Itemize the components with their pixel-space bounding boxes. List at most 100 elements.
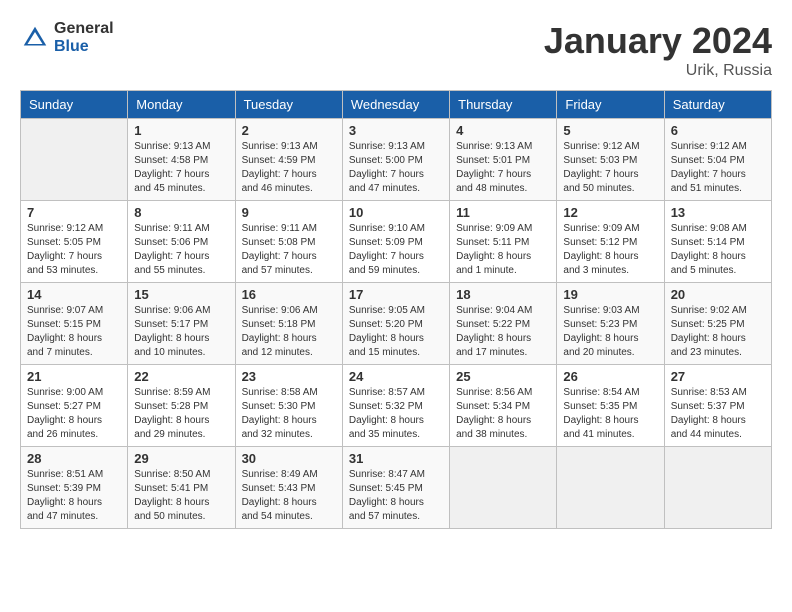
day-number: 7 [27, 205, 121, 220]
logo-blue-text: Blue [54, 38, 114, 56]
calendar-cell: 27Sunrise: 8:53 AMSunset: 5:37 PMDayligh… [664, 365, 771, 447]
calendar-cell: 3 Sunrise: 9:13 AMSunset: 5:00 PMDaylight… [342, 119, 449, 201]
calendar-cell: 6Sunrise: 9:12 AMSunset: 5:04 PMDaylight… [664, 119, 771, 201]
calendar-cell: 2 Sunrise: 9:13 AMSunset: 4:59 PMDaylight… [235, 119, 342, 201]
day-number: 1 [134, 123, 228, 138]
calendar-cell: 10 Sunrise: 9:10 AMSunset: 5:09 PMDayligh… [342, 201, 449, 283]
day-info: Sunrise: 8:59 AMSunset: 5:28 PMDaylight:… [134, 386, 228, 442]
location: Urik, Russia [544, 62, 772, 80]
weekday-header: Thursday [450, 91, 557, 119]
title-section: January 2024 Urik, Russia [544, 20, 772, 80]
day-number: 26 [563, 369, 657, 384]
month-title: January 2024 [544, 20, 772, 62]
day-number: 29 [134, 451, 228, 466]
calendar-cell: 20 Sunrise: 9:02 AMSunset: 5:25 PMDayligh… [664, 283, 771, 365]
day-number: 18 [456, 287, 550, 302]
day-info: Sunrise: 9:06 AMSunset: 5:18 PMDaylight:… [242, 304, 336, 360]
page-header: General Blue January 2024 Urik, Russia [20, 20, 772, 80]
day-info: Sunrise: 9:12 AMSunset: 5:05 PMDaylight:… [27, 222, 121, 278]
day-number: 10 [349, 205, 443, 220]
day-number: 30 [242, 451, 336, 466]
calendar-cell [664, 447, 771, 529]
calendar-cell: 21 Sunrise: 9:00 AMSunset: 5:27 PMDayligh… [21, 365, 128, 447]
weekday-header: Sunday [21, 91, 128, 119]
calendar-cell: 12 Sunrise: 9:09 AMSunset: 5:12 PMDayligh… [557, 201, 664, 283]
day-number: 13 [671, 205, 765, 220]
day-number: 22 [134, 369, 228, 384]
day-info: Sunrise: 9:09 AMSunset: 5:11 PMDaylight:… [456, 222, 550, 278]
calendar-cell: 17 Sunrise: 9:05 AMSunset: 5:20 PMDayligh… [342, 283, 449, 365]
day-info: Sunrise: 9:04 AMSunset: 5:22 PMDaylight:… [456, 304, 550, 360]
day-info: Sunrise: 9:05 AMSunset: 5:20 PMDaylight:… [349, 304, 443, 360]
day-number: 9 [242, 205, 336, 220]
day-number: 11 [456, 205, 550, 220]
calendar-cell: 4Sunrise: 9:13 AMSunset: 5:01 PMDaylight… [450, 119, 557, 201]
weekday-header: Monday [128, 91, 235, 119]
calendar-cell: 24 Sunrise: 8:57 AMSunset: 5:32 PMDayligh… [342, 365, 449, 447]
calendar-cell: 13 Sunrise: 9:08 AMSunset: 5:14 PMDayligh… [664, 201, 771, 283]
calendar-cell: 23Sunrise: 8:58 AMSunset: 5:30 PMDayligh… [235, 365, 342, 447]
calendar-cell: 28Sunrise: 8:51 AMSunset: 5:39 PMDayligh… [21, 447, 128, 529]
day-info: Sunrise: 9:09 AMSunset: 5:12 PMDaylight:… [563, 222, 657, 278]
day-info: Sunrise: 9:13 AMSunset: 4:59 PMDaylight:… [242, 140, 336, 196]
calendar-cell: 26Sunrise: 8:54 AMSunset: 5:35 PMDayligh… [557, 365, 664, 447]
weekday-header: Wednesday [342, 91, 449, 119]
calendar-cell: 19Sunrise: 9:03 AMSunset: 5:23 PMDayligh… [557, 283, 664, 365]
day-number: 14 [27, 287, 121, 302]
day-number: 17 [349, 287, 443, 302]
day-info: Sunrise: 8:47 AMSunset: 5:45 PMDaylight:… [349, 468, 443, 524]
day-info: Sunrise: 8:50 AMSunset: 5:41 PMDaylight:… [134, 468, 228, 524]
day-number: 16 [242, 287, 336, 302]
calendar-cell: 16 Sunrise: 9:06 AMSunset: 5:18 PMDayligh… [235, 283, 342, 365]
calendar-table: SundayMondayTuesdayWednesdayThursdayFrid… [20, 90, 772, 529]
calendar-cell [557, 447, 664, 529]
day-info: Sunrise: 8:56 AMSunset: 5:34 PMDaylight:… [456, 386, 550, 442]
day-info: Sunrise: 8:53 AMSunset: 5:37 PMDaylight:… [671, 386, 765, 442]
day-number: 28 [27, 451, 121, 466]
day-info: Sunrise: 9:08 AMSunset: 5:14 PMDaylight:… [671, 222, 765, 278]
day-info: Sunrise: 9:10 AMSunset: 5:09 PMDaylight:… [349, 222, 443, 278]
day-number: 20 [671, 287, 765, 302]
calendar-cell [450, 447, 557, 529]
day-number: 12 [563, 205, 657, 220]
day-info: Sunrise: 9:13 AMSunset: 4:58 PMDaylight:… [134, 140, 228, 196]
day-info: Sunrise: 8:57 AMSunset: 5:32 PMDaylight:… [349, 386, 443, 442]
calendar-cell: 11 Sunrise: 9:09 AMSunset: 5:11 PMDayligh… [450, 201, 557, 283]
calendar-cell: 31 Sunrise: 8:47 AMSunset: 5:45 PMDayligh… [342, 447, 449, 529]
day-number: 2 [242, 123, 336, 138]
calendar-header-row: SundayMondayTuesdayWednesdayThursdayFrid… [21, 91, 772, 119]
calendar-cell [21, 119, 128, 201]
calendar-cell: 25 Sunrise: 8:56 AMSunset: 5:34 PMDayligh… [450, 365, 557, 447]
calendar-cell: 29 Sunrise: 8:50 AMSunset: 5:41 PMDayligh… [128, 447, 235, 529]
calendar-week-row: 7 Sunrise: 9:12 AMSunset: 5:05 PMDaylight… [21, 201, 772, 283]
calendar-cell: 14Sunrise: 9:07 AMSunset: 5:15 PMDayligh… [21, 283, 128, 365]
weekday-header: Saturday [664, 91, 771, 119]
day-info: Sunrise: 9:13 AMSunset: 5:01 PMDaylight:… [456, 140, 550, 196]
day-number: 3 [349, 123, 443, 138]
day-info: Sunrise: 9:02 AMSunset: 5:25 PMDaylight:… [671, 304, 765, 360]
day-info: Sunrise: 9:13 AMSunset: 5:00 PMDaylight:… [349, 140, 443, 196]
day-number: 6 [671, 123, 765, 138]
day-number: 8 [134, 205, 228, 220]
calendar-week-row: 1 Sunrise: 9:13 AMSunset: 4:58 PMDaylight… [21, 119, 772, 201]
logo-general-text: General [54, 20, 114, 38]
weekday-header: Friday [557, 91, 664, 119]
calendar-cell: 22 Sunrise: 8:59 AMSunset: 5:28 PMDayligh… [128, 365, 235, 447]
calendar-cell: 5Sunrise: 9:12 AMSunset: 5:03 PMDaylight… [557, 119, 664, 201]
day-number: 24 [349, 369, 443, 384]
calendar-cell: 15Sunrise: 9:06 AMSunset: 5:17 PMDayligh… [128, 283, 235, 365]
calendar-cell: 8Sunrise: 9:11 AMSunset: 5:06 PMDaylight… [128, 201, 235, 283]
calendar-week-row: 14Sunrise: 9:07 AMSunset: 5:15 PMDayligh… [21, 283, 772, 365]
weekday-header: Tuesday [235, 91, 342, 119]
day-number: 5 [563, 123, 657, 138]
day-number: 25 [456, 369, 550, 384]
calendar-week-row: 21 Sunrise: 9:00 AMSunset: 5:27 PMDayligh… [21, 365, 772, 447]
day-number: 15 [134, 287, 228, 302]
day-info: Sunrise: 9:00 AMSunset: 5:27 PMDaylight:… [27, 386, 121, 442]
day-number: 31 [349, 451, 443, 466]
day-number: 19 [563, 287, 657, 302]
day-info: Sunrise: 8:58 AMSunset: 5:30 PMDaylight:… [242, 386, 336, 442]
day-number: 21 [27, 369, 121, 384]
logo-icon [20, 23, 50, 53]
calendar-cell: 9Sunrise: 9:11 AMSunset: 5:08 PMDaylight… [235, 201, 342, 283]
